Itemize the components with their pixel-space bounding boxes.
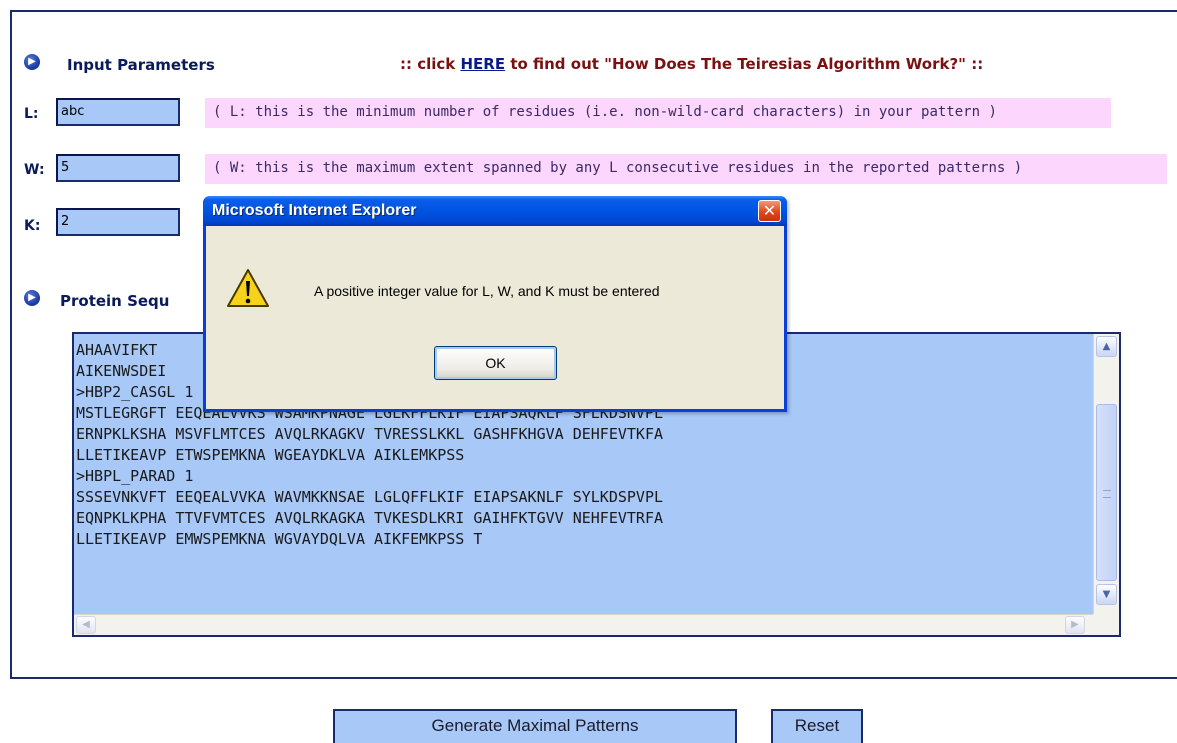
scroll-up-icon[interactable]: ▲ [1096,336,1117,357]
help-suffix: to find out "How Does The Teiresias Algo… [505,55,984,73]
sequence-line: >HBP2_CASGL 1 [76,383,194,401]
section-bullet-icon: ▶ [24,54,40,70]
generate-patterns-button[interactable]: Generate Maximal Patterns [333,709,737,743]
input-parameters-title: Input Parameters [67,56,215,74]
sequence-line: EQNPKLKPHA TTVFVMTCES AVQLRKAGKA TVKESDL… [76,509,663,527]
dialog-title: Microsoft Internet Explorer [212,202,417,219]
sequence-line: AIKENWSDEI [76,362,167,380]
warning-icon [227,269,269,307]
param-l-label: L: [24,106,39,122]
param-w-hint: ( W: this is the maximum extent spanned … [205,154,1167,184]
help-prefix: :: click [400,55,461,73]
protein-sequence-title: Protein Sequ [60,292,170,310]
alert-dialog: Microsoft Internet Explorer ✕ A positive… [203,196,787,412]
vertical-scrollbar[interactable]: ▲ ▼ [1093,334,1119,616]
sequence-line: LLETIKEAVP EMWSPEMKNA WGVAYDQLVA AIKFEMK… [76,530,483,548]
param-l-hint: ( L: this is the minimum number of resid… [205,98,1111,128]
sequence-line: LLETIKEAVP ETWSPEMKNA WGEAYDKLVA AIKLEMK… [76,446,465,464]
sequence-line: >HBPL_PARAD 1 [76,467,194,485]
horizontal-scrollbar[interactable]: ◀ ▶ [74,614,1093,635]
vertical-scroll-thumb[interactable] [1096,404,1117,581]
scroll-left-icon[interactable]: ◀ [76,616,96,634]
help-link[interactable]: HERE [460,55,505,73]
reset-button[interactable]: Reset [771,709,863,743]
param-w-input[interactable]: 5 [56,154,180,182]
param-l-input[interactable]: abc [56,98,180,126]
close-icon[interactable]: ✕ [758,200,781,222]
help-line: :: click HERE to find out "How Does The … [400,55,983,73]
sequence-line: ERNPKLKSHA MSVFLMTCES AVQLRKAGKV TVRESSL… [76,425,663,443]
param-k-input[interactable]: 2 [56,208,180,236]
scroll-down-icon[interactable]: ▼ [1096,584,1117,605]
section-bullet-icon: ▶ [24,290,40,306]
sequence-line: SSSEVNKVFT EEQEALVVKA WAVMKKNSAE LGLQFFL… [76,488,663,506]
scroll-corner [1093,614,1119,635]
ok-button[interactable]: OK [434,346,557,380]
scroll-right-icon[interactable]: ▶ [1065,616,1085,634]
dialog-message: A positive integer value for L, W, and K… [314,283,660,299]
param-k-label: K: [24,218,41,234]
dialog-titlebar[interactable]: Microsoft Internet Explorer ✕ [203,196,787,226]
param-w-label: W: [24,162,45,178]
